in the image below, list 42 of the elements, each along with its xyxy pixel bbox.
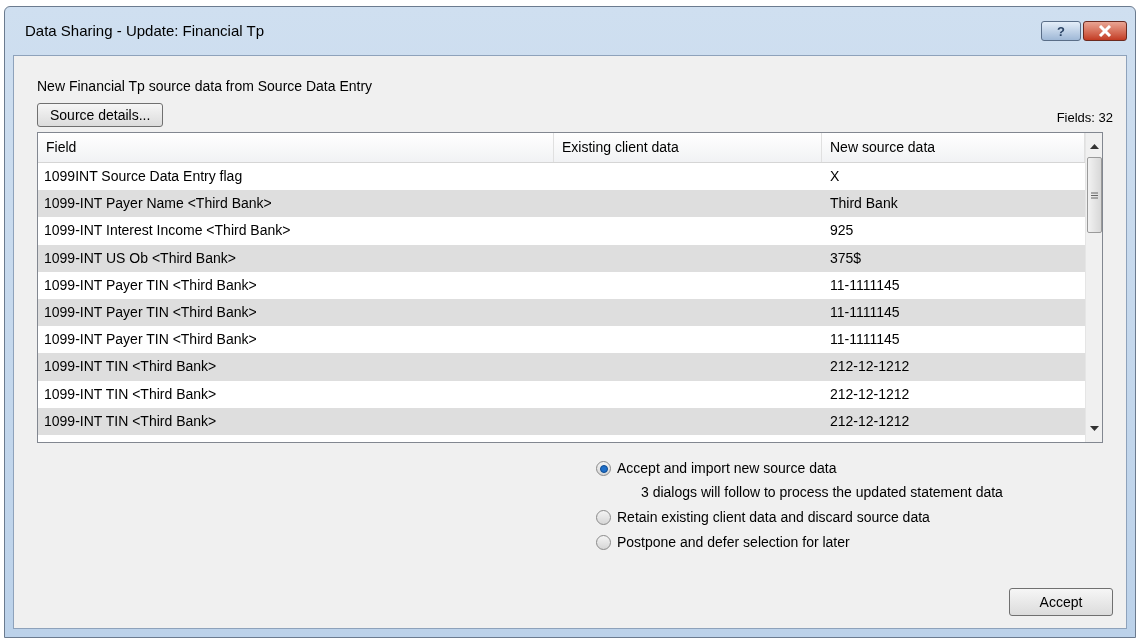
accept-button[interactable]: Accept	[1009, 588, 1113, 616]
close-icon	[1098, 25, 1112, 37]
table-cell-text: 1099-INT TIN <Third Bank>	[43, 357, 218, 377]
fields-count: Fields: 32	[1056, 108, 1113, 127]
source-details-button[interactable]: Source details...	[37, 103, 164, 127]
table-cell-text: 1099-INT Payer TIN <Third Bank>	[43, 303, 258, 323]
scroll-down-icon[interactable]	[1089, 426, 1099, 432]
option-label[interactable]: Accept and import new source data	[617, 458, 837, 479]
option-note: 3 dialogs will follow to process the updated statement data	[641, 483, 1004, 502]
column-header[interactable]: Existing client data	[554, 133, 822, 162]
table-cell-text: 212-12-1212	[829, 357, 911, 377]
description-text: New Financial Tp source data from Source Data Entry	[37, 77, 374, 96]
window-title: Data Sharing - Update: Financial Tp	[25, 20, 266, 41]
table-cell-text: 1099-INT US Ob <Third Bank>	[43, 248, 237, 268]
table-cell-text: X	[829, 167, 841, 187]
scroll-up-icon[interactable]	[1089, 143, 1099, 149]
table-cell-text: 1099INT Source Data Entry flag	[43, 167, 244, 187]
close-button[interactable]	[1083, 21, 1127, 41]
radio-button[interactable]	[596, 510, 611, 525]
table-cell-text: 375$	[829, 248, 863, 268]
table-cell-text: 212-12-1212	[829, 411, 911, 431]
table-cell-text: 212-12-1212	[829, 384, 911, 404]
table-cell-text: 11-1111145	[829, 303, 901, 323]
radio-button[interactable]	[596, 461, 611, 476]
table-cell-text: 1099-INT Payer Name <Third Bank>	[43, 194, 273, 214]
table-cell-text: 1099-INT TIN <Third Bank>	[43, 411, 218, 431]
help-button[interactable]: ?	[1041, 21, 1081, 41]
table-cell-text: 1099-INT Interest Income <Third Bank>	[43, 221, 292, 241]
table-cell-text: 11-1111145	[829, 275, 901, 295]
scrollbar[interactable]	[1085, 133, 1102, 442]
option-label[interactable]: Postpone and defer selection for later	[617, 532, 850, 553]
table-cell-text: 1099-INT Payer TIN <Third Bank>	[43, 275, 258, 295]
column-header[interactable]: Field	[38, 133, 554, 162]
table-cell-text: 925	[829, 221, 855, 241]
table-cell-text: 1099-INT TIN <Third Bank>	[43, 384, 218, 404]
scrollbar-thumb[interactable]	[1086, 157, 1102, 233]
grip-icon	[1090, 191, 1098, 199]
table-cell-text: 1099-INT Payer TIN <Third Bank>	[43, 330, 258, 350]
table-cell-text: Third Bank	[829, 194, 899, 214]
option-label[interactable]: Retain existing client data and discard source data	[617, 507, 930, 528]
radio-button[interactable]	[596, 535, 611, 550]
table-cell-text: 11-1111145	[829, 330, 901, 350]
